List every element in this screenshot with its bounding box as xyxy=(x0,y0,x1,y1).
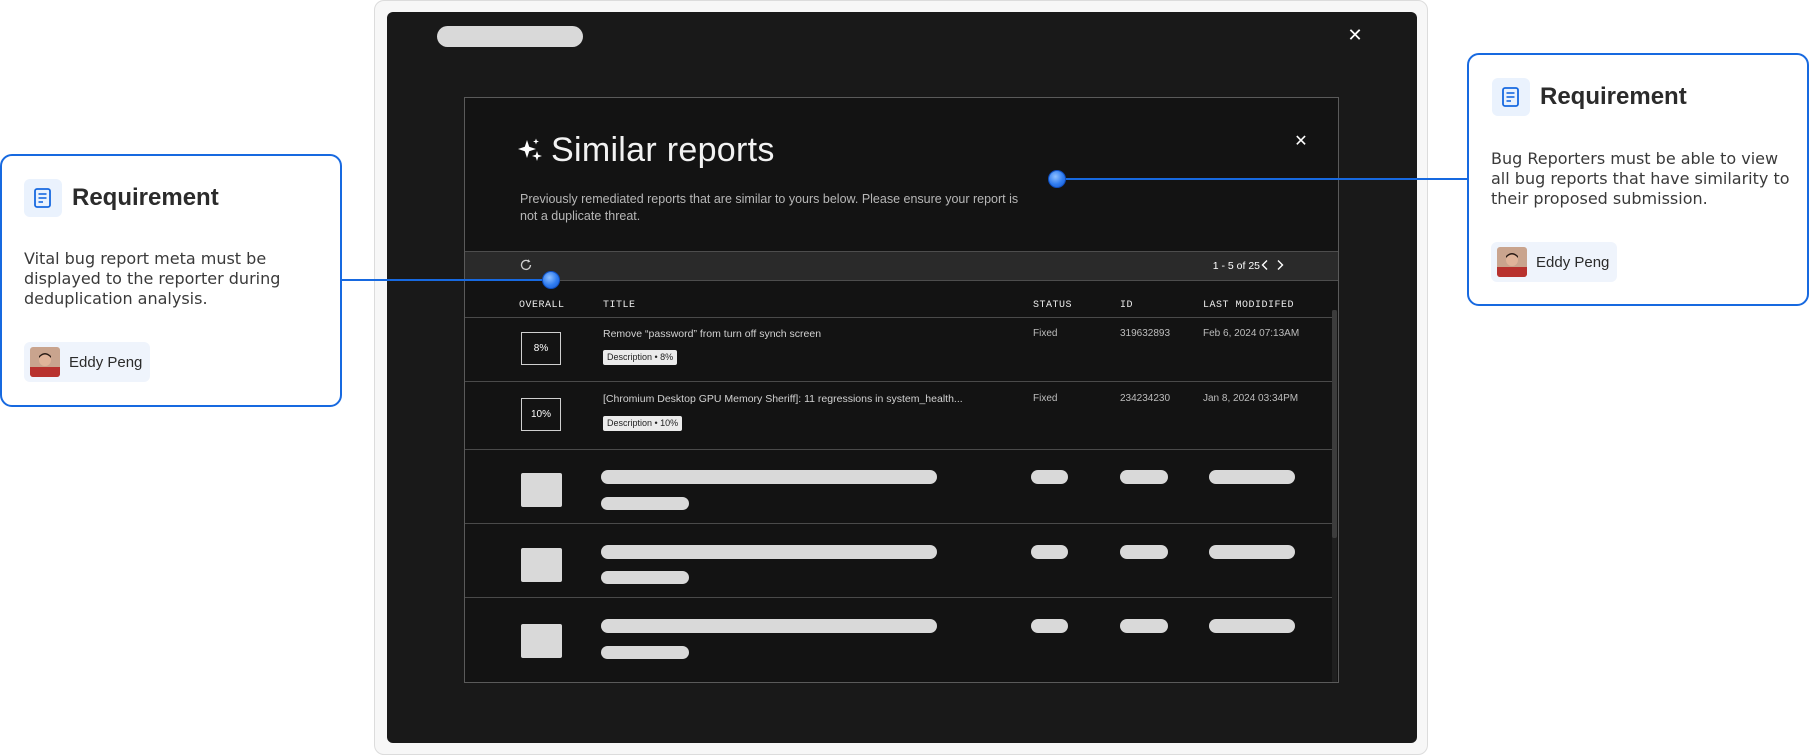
report-title-link[interactable]: Remove “password” from turn off synch sc… xyxy=(603,328,821,340)
connector-line xyxy=(1057,178,1469,180)
card-text: Vital bug report meta must be displayed … xyxy=(24,249,281,308)
user-chip: Eddy Peng xyxy=(1491,242,1618,282)
skeleton-block xyxy=(521,548,562,582)
avatar xyxy=(1497,247,1527,277)
skeleton-block xyxy=(1209,619,1295,633)
skeleton-block xyxy=(521,473,562,507)
skeleton-block xyxy=(1031,545,1068,559)
pagination-count: 1 - 5 of 25 xyxy=(1212,260,1260,272)
skeleton-block xyxy=(601,470,937,484)
skeleton-block xyxy=(521,624,562,658)
report-title-link[interactable]: [Chromium Desktop GPU Memory Sheriff]: 1… xyxy=(603,393,963,405)
annotation-hotspot[interactable] xyxy=(1048,170,1066,188)
report-id: 234234230 xyxy=(1120,393,1171,404)
status-text: Fixed xyxy=(1033,328,1058,339)
skeleton-block xyxy=(1120,619,1168,633)
sparkle-icon xyxy=(518,138,542,161)
user-name: Eddy Peng xyxy=(1536,253,1610,271)
overall-score: 8% xyxy=(521,332,561,365)
modal-title: Similar reports xyxy=(551,130,775,169)
column-header-id: ID xyxy=(1120,300,1134,311)
modal-header: Similar reports xyxy=(517,128,775,172)
description-badge: Description • 8% xyxy=(603,350,678,365)
annotation-hotspot[interactable] xyxy=(542,271,560,289)
url-bar-placeholder xyxy=(437,26,583,47)
skeleton-block xyxy=(1031,619,1068,633)
card-heading: Requirement xyxy=(1540,83,1687,110)
description-badge: Description • 10% xyxy=(603,416,683,431)
chevron-left-icon[interactable] xyxy=(1258,258,1272,272)
scrollbar-thumb[interactable] xyxy=(1332,310,1337,538)
skeleton-block xyxy=(1031,470,1068,484)
divider xyxy=(465,317,1333,318)
skeleton-block xyxy=(601,619,937,633)
column-header-last-modified: LAST MODIDIFED xyxy=(1203,300,1295,311)
skeleton-block xyxy=(1120,470,1168,484)
divider xyxy=(465,449,1333,450)
user-chip: Eddy Peng xyxy=(24,342,151,382)
avatar xyxy=(30,347,60,377)
modal-close-icon[interactable]: ✕ xyxy=(1290,131,1312,153)
refresh-icon[interactable] xyxy=(519,258,533,272)
similar-reports-modal xyxy=(464,97,1339,683)
card-text: Bug Reporters must be able to view all b… xyxy=(1491,149,1790,208)
note-icon xyxy=(24,179,62,217)
last-modified: Feb 6, 2024 07:13AM xyxy=(1203,328,1300,339)
close-icon[interactable]: ✕ xyxy=(1344,24,1366,46)
modal-description: Previously remediated reports that are s… xyxy=(520,192,1019,223)
column-header-overall: OVERALL xyxy=(519,300,565,311)
overall-score: 10% xyxy=(521,398,561,431)
divider xyxy=(465,597,1333,598)
skeleton-block xyxy=(601,571,689,584)
last-modified: Jan 8, 2024 03:34PM xyxy=(1203,393,1299,404)
skeleton-block xyxy=(601,646,689,659)
skeleton-block xyxy=(1120,545,1168,559)
connector-line xyxy=(339,279,552,281)
note-icon xyxy=(1492,78,1530,116)
status-text: Fixed xyxy=(1033,393,1058,404)
divider xyxy=(465,381,1333,382)
card-heading: Requirement xyxy=(72,184,219,211)
skeleton-block xyxy=(1209,545,1295,559)
column-header-title: TITLE xyxy=(603,300,636,311)
skeleton-block xyxy=(601,497,689,510)
user-name: Eddy Peng xyxy=(69,353,143,371)
report-id: 319632893 xyxy=(1120,328,1171,339)
skeleton-block xyxy=(1209,470,1295,484)
divider xyxy=(465,523,1333,524)
chevron-right-icon[interactable] xyxy=(1273,258,1287,272)
column-header-status: STATUS xyxy=(1033,300,1073,311)
skeleton-block xyxy=(601,545,937,559)
